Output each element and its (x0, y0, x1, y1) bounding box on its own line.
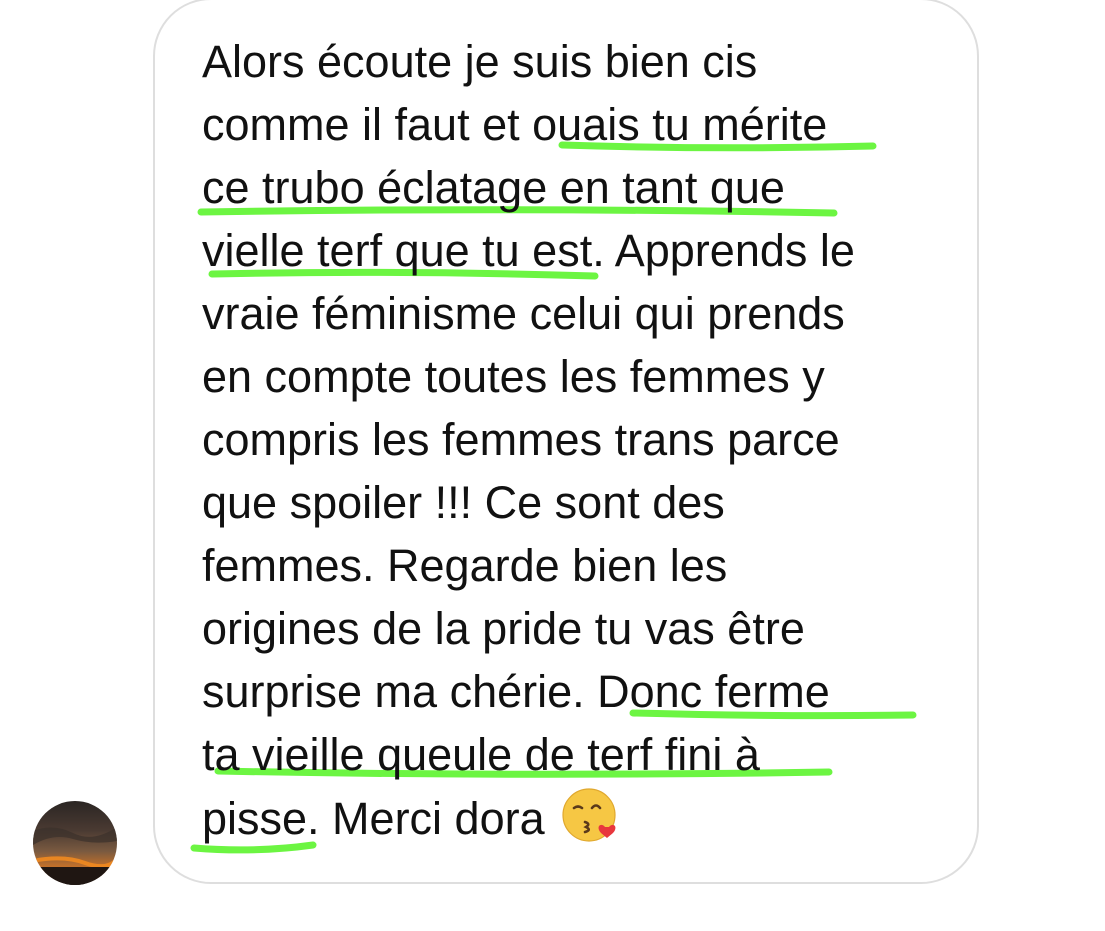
message-line: origines de la pride tu vas être (202, 603, 805, 654)
message-line: ta vieille queule de terf fini à (202, 729, 760, 780)
message-line: comme il faut et ouais tu mérite (202, 99, 828, 150)
message-text: Alors écoute je suis bien cis comme il f… (202, 30, 962, 849)
sender-avatar[interactable] (33, 801, 117, 885)
message-line: en compte toutes les femmes y (202, 351, 825, 402)
message-line: vielle terf que tu est. Apprends le (202, 225, 855, 276)
message-line: Alors écoute je suis bien cis (202, 36, 758, 87)
message-line: ce trubo éclatage en tant que (202, 162, 785, 213)
message-line-last: pisse. Merci dora (202, 786, 962, 849)
message-line: compris les femmes trans parce (202, 414, 840, 465)
message-line: que spoiler !!! Ce sont des (202, 477, 725, 528)
message-line: vraie féminisme celui qui prends (202, 288, 845, 339)
message-line-text: pisse. Merci dora (202, 793, 545, 844)
message-line: femmes. Regarde bien les (202, 540, 728, 591)
message-line: surprise ma chérie. Donc ferme (202, 666, 830, 717)
kissing-face-emoji-icon (561, 786, 619, 860)
